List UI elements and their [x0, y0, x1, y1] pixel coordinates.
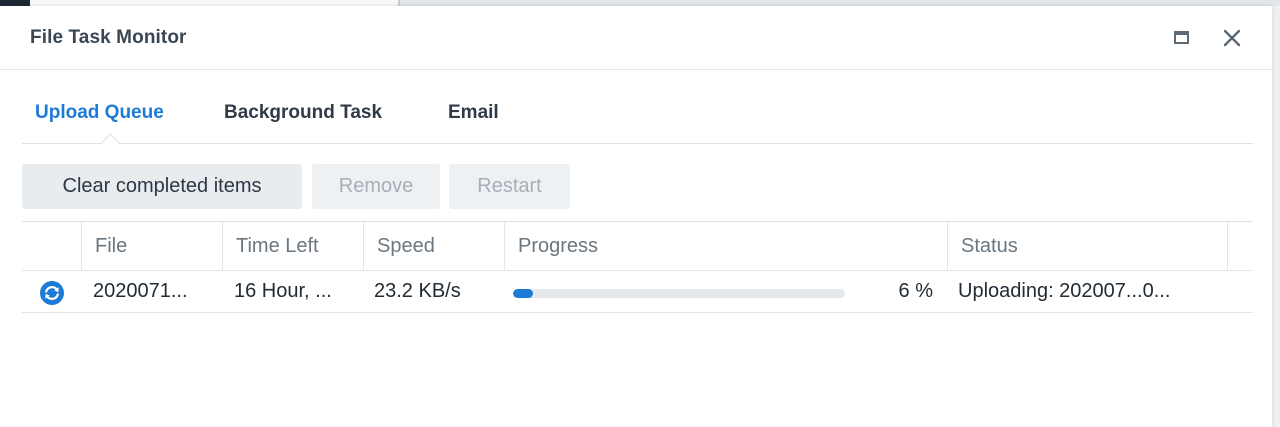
- column-header-icon[interactable]: [22, 222, 81, 270]
- clear-completed-button[interactable]: Clear completed items: [22, 164, 302, 209]
- remove-button[interactable]: Remove: [312, 164, 440, 209]
- window-titlebar[interactable]: File Task Monitor: [0, 6, 1272, 70]
- column-header-speed[interactable]: Speed: [363, 222, 504, 270]
- close-button[interactable]: [1222, 28, 1244, 50]
- file-task-monitor-window: File Task Monitor Upload Queue Backgroun…: [0, 6, 1272, 427]
- tab-upload-queue[interactable]: Upload Queue: [35, 102, 164, 124]
- progress-percent: 6 %: [898, 279, 933, 302]
- progress-bar: [513, 289, 845, 298]
- file-name-cell: 2020071...: [93, 279, 188, 302]
- table-header: File Time Left Speed Progress Status: [22, 221, 1253, 271]
- column-header-progress[interactable]: Progress: [504, 222, 947, 270]
- table-row[interactable]: 2020071... 16 Hour, ... 23.2 KB/s 6 % Up…: [22, 270, 1253, 313]
- restart-button[interactable]: Restart: [449, 164, 570, 209]
- column-header-status[interactable]: Status: [947, 222, 1227, 270]
- column-header-file[interactable]: File: [81, 222, 222, 270]
- progress-bar-fill: [513, 289, 533, 298]
- maximize-icon: [1174, 31, 1189, 44]
- tab-email[interactable]: Email: [448, 102, 499, 124]
- sync-icon: [40, 281, 64, 305]
- speed-cell: 23.2 KB/s: [374, 279, 461, 302]
- column-header-spacer: [1227, 222, 1253, 270]
- tab-bar: Upload Queue Background Task Email: [22, 70, 1253, 152]
- window-title: File Task Monitor: [30, 27, 187, 48]
- maximize-button[interactable]: [1172, 28, 1194, 50]
- time-left-cell: 16 Hour, ...: [234, 279, 332, 302]
- close-icon: [1223, 29, 1241, 47]
- active-tab-indicator: [101, 133, 120, 152]
- status-cell: Uploading: 202007...0...: [958, 279, 1171, 302]
- tab-background-task[interactable]: Background Task: [224, 102, 382, 124]
- column-header-time-left[interactable]: Time Left: [222, 222, 363, 270]
